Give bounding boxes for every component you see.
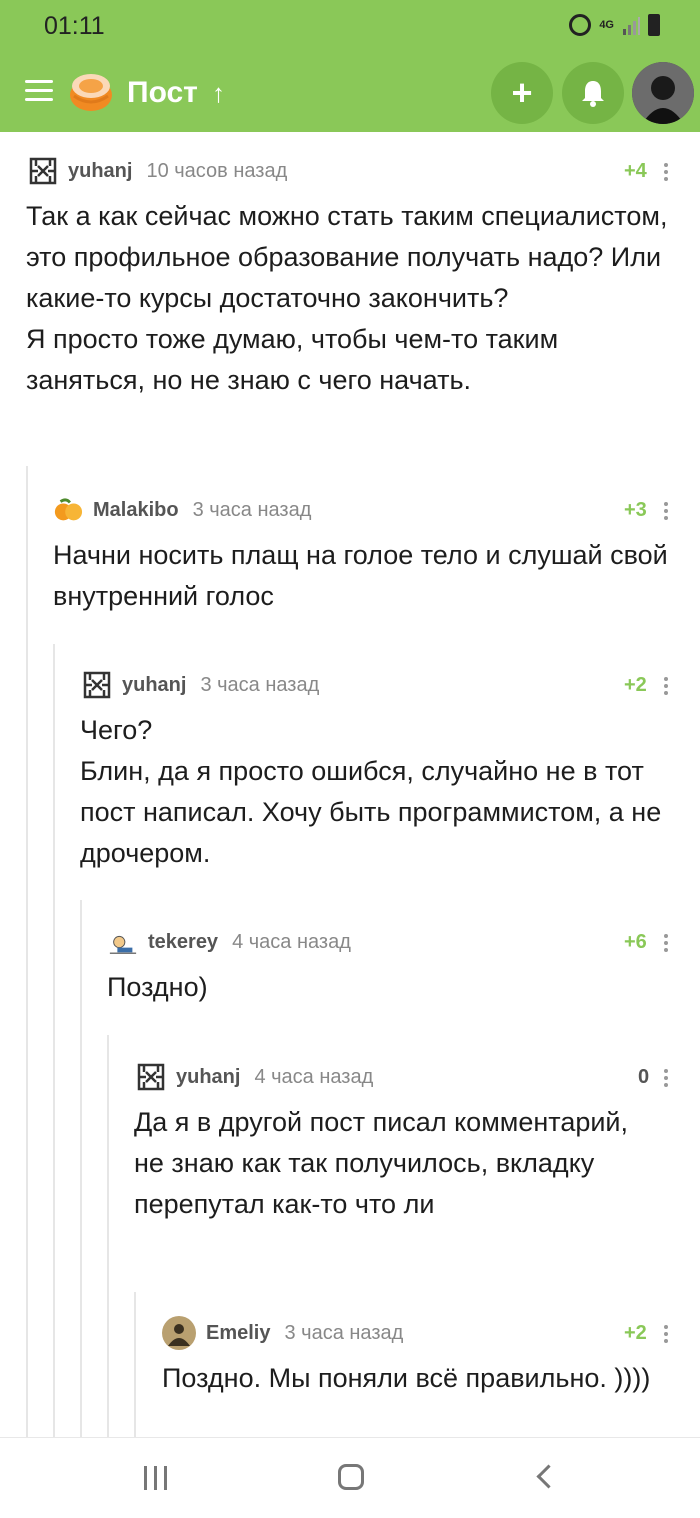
status-icons: 4G: [569, 14, 660, 36]
add-post-button[interactable]: +: [491, 62, 553, 124]
comment-text: Начни носить плащ на голое тело и слушай…: [53, 540, 668, 611]
back-icon[interactable]: [536, 1464, 561, 1489]
comment-time: 4 часа назад: [254, 1065, 374, 1088]
more-vertical-icon[interactable]: [664, 1069, 668, 1090]
pikabu-logo-icon[interactable]: [68, 70, 114, 112]
cartoon-avatar-icon: [109, 935, 137, 954]
comment-header: Malakibo 3 часа назад: [53, 495, 311, 525]
thread-line[interactable]: [53, 644, 55, 1437]
notifications-button[interactable]: [562, 62, 624, 124]
comment-author[interactable]: yuhanj: [68, 160, 132, 183]
comment-time: 10 часов назад: [146, 159, 288, 182]
comment-avatar[interactable]: [82, 670, 112, 700]
comment-avatar[interactable]: [28, 156, 58, 186]
comment-text: Да я в другой пост писал комментарий, не…: [134, 1107, 629, 1219]
more-vertical-icon[interactable]: [664, 163, 668, 184]
comment-header: yuhanj 10 часов назад: [28, 156, 287, 186]
comment-time: 4 часа назад: [232, 930, 351, 953]
more-vertical-icon[interactable]: [664, 502, 668, 523]
page-title: Пост: [127, 76, 198, 109]
rammstein-logo-icon: [83, 671, 111, 699]
comment-score: +3: [624, 499, 647, 521]
comment-text: Поздно. Мы поняли всё правильно. )))): [162, 1363, 651, 1393]
menu-icon[interactable]: [25, 80, 53, 107]
comment-time: 3 часа назад: [200, 673, 320, 696]
thread-line[interactable]: [80, 900, 82, 1437]
more-vertical-icon[interactable]: [664, 677, 668, 698]
sort-arrow-icon[interactable]: ↑: [212, 78, 225, 109]
comment-header: yuhanj 3 часа назад: [82, 670, 319, 700]
comment-author[interactable]: Emeliy: [206, 1322, 270, 1345]
avatar-image: [162, 1316, 196, 1350]
comment-score: +6: [624, 931, 647, 953]
recent-apps-icon[interactable]: [144, 1466, 167, 1490]
thread-line[interactable]: [107, 1035, 109, 1437]
comment-time: 3 часа назад: [284, 1321, 404, 1344]
comment-header: Emeliy 3 часа назад: [162, 1316, 404, 1350]
comment-avatar[interactable]: [53, 495, 83, 525]
comment-time: 3 часа назад: [192, 498, 312, 521]
comment-author[interactable]: Malakibo: [93, 499, 179, 522]
more-vertical-icon[interactable]: [664, 934, 668, 955]
system-navbar: [0, 1437, 700, 1518]
comment-author[interactable]: yuhanj: [176, 1066, 240, 1089]
avatar-image: [632, 62, 694, 124]
comment-score: +2: [624, 674, 647, 696]
comment-header: yuhanj 4 часа назад: [136, 1062, 373, 1092]
comment-author[interactable]: yuhanj: [122, 674, 186, 697]
app-header: 01:11 4G Пост ↑ +: [0, 0, 700, 132]
comment-avatar[interactable]: [162, 1316, 196, 1350]
comment-text: Поздно): [107, 972, 208, 1002]
comment-text: Так а как сейчас можно стать таким специ…: [26, 201, 668, 395]
network-indicator: 4G: [599, 19, 614, 31]
comment-text: Чего? Блин, да я просто ошибся, случайно…: [80, 715, 662, 868]
comment-header: tekerey 4 часа назад: [108, 927, 351, 957]
status-time: 01:11: [44, 12, 105, 40]
orange-icon: [54, 498, 83, 521]
comment-avatar[interactable]: [136, 1062, 166, 1092]
user-avatar[interactable]: [632, 62, 694, 124]
battery-icon: [648, 14, 660, 36]
thread-line[interactable]: [26, 466, 28, 1437]
more-vertical-icon[interactable]: [664, 1325, 668, 1346]
comment-score: +2: [624, 1322, 647, 1344]
alarm-icon: [569, 14, 592, 36]
comment-score: 0: [638, 1066, 650, 1088]
signal-icon: [623, 17, 640, 35]
thread-line[interactable]: [134, 1292, 136, 1437]
home-icon[interactable]: [338, 1464, 364, 1490]
comment-author[interactable]: tekerey: [148, 931, 218, 954]
comment-avatar[interactable]: [108, 927, 138, 957]
plus-icon: +: [511, 72, 533, 113]
comment-score: +4: [624, 160, 647, 182]
rammstein-logo-icon: [29, 157, 57, 185]
bell-icon: [582, 81, 604, 107]
rammstein-logo-icon: [137, 1063, 165, 1091]
